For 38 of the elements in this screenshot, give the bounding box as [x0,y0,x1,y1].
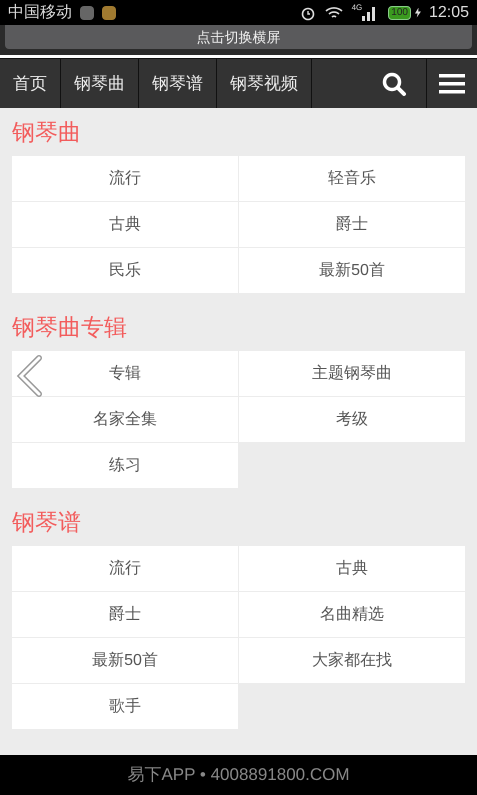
network-label: 4G [352,2,362,14]
category-link[interactable]: 爵士 [12,592,238,637]
category-link[interactable]: 爵士 [239,202,465,247]
menu-icon [439,72,465,94]
category-link[interactable]: 主题钢琴曲 [239,351,465,396]
category-link[interactable]: 民乐 [12,248,238,293]
section-title: 钢琴曲专辑 [12,313,128,342]
category-link[interactable]: 考级 [239,397,465,442]
nav-tab[interactable]: 钢琴曲 [61,59,139,108]
category-link[interactable]: 最新50首 [12,638,238,683]
category-link[interactable]: 流行 [12,546,238,591]
category-link[interactable]: 专辑 [12,351,238,396]
category-link[interactable]: 歌手 [12,684,238,729]
wifi-icon [324,4,344,20]
category-link[interactable]: 流行 [12,156,238,201]
category-link[interactable]: 轻音乐 [239,156,465,201]
category-link[interactable]: 最新50首 [239,248,465,293]
nav-tab[interactable]: 首页 [0,59,61,108]
section-title: 钢琴曲 [12,118,82,147]
app-icon [80,6,94,20]
category-link[interactable]: 古典 [12,202,238,247]
category-link[interactable]: 名家全集 [12,397,238,442]
nav-tab[interactable]: 钢琴谱 [139,59,217,108]
category-link[interactable]: 大家都在找 [239,638,465,683]
battery-level: 100 [388,6,411,20]
rotate-screen-button[interactable]: 点击切换横屏 [5,25,472,49]
clock-time: 12:05 [428,2,469,22]
alarm-icon [300,4,316,20]
category-link[interactable]: 名曲精选 [239,592,465,637]
carrier-name: 中国移动 [8,2,72,22]
signal-icon [362,4,376,20]
section-title: 钢琴谱 [12,508,82,537]
category-link[interactable]: 古典 [239,546,465,591]
footer-text: 易下APP • 4008891800.COM [127,764,350,786]
category-link[interactable]: 练习 [12,443,238,488]
app-icon [102,6,116,20]
search-icon [380,70,406,96]
nav-tab[interactable]: 钢琴视频 [217,59,312,108]
